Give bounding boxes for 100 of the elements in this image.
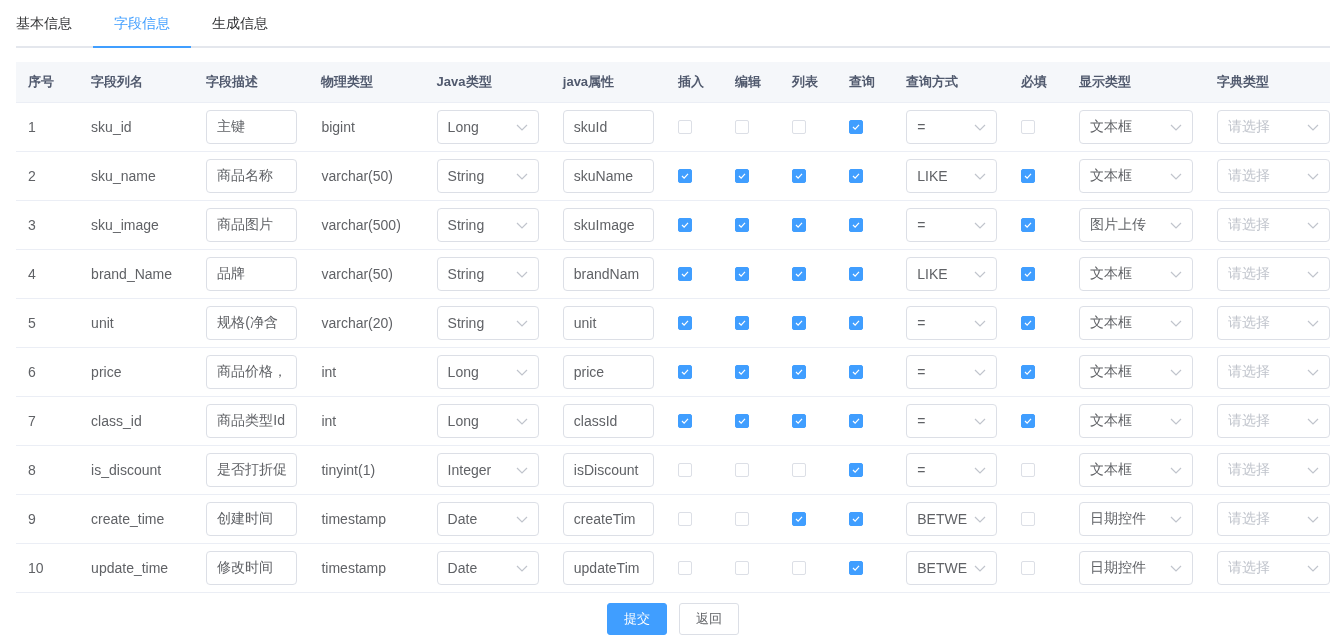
checkbox[interactable] [677, 267, 692, 281]
checkbox[interactable] [792, 512, 807, 526]
select-dropdown[interactable]: 文本框 [1078, 257, 1193, 291]
checkbox[interactable] [792, 414, 807, 428]
select-dropdown[interactable]: = [906, 110, 998, 144]
table-cell: unit [91, 315, 114, 331]
table-cell: 9 [28, 511, 36, 527]
table-cell: varchar(50) [321, 168, 394, 184]
checkbox[interactable] [677, 218, 692, 232]
select-dropdown[interactable]: Long [436, 404, 539, 438]
checkbox[interactable] [849, 414, 864, 428]
select-dropdown[interactable]: Integer [436, 453, 539, 487]
checkbox[interactable] [849, 561, 864, 575]
checkbox[interactable] [677, 316, 692, 330]
text-input[interactable]: skuImage [562, 208, 654, 242]
text-input[interactable]: skuName [562, 159, 654, 193]
chevron-down-icon [974, 515, 987, 523]
select-dropdown[interactable]: 图片上传 [1078, 208, 1193, 242]
checkbox[interactable] [792, 365, 807, 379]
tab[interactable]: 基本信息 [16, 0, 93, 48]
checkbox[interactable] [849, 512, 864, 526]
table-cell: sku_name [91, 168, 156, 184]
text-input[interactable]: unit [562, 306, 654, 340]
select-dropdown[interactable]: = [906, 404, 998, 438]
checkbox[interactable] [849, 267, 864, 281]
text-input[interactable]: brandNam [562, 257, 654, 291]
checkbox[interactable] [735, 267, 750, 281]
text-input[interactable]: price [562, 355, 654, 389]
select-dropdown[interactable]: Long [436, 355, 539, 389]
tab[interactable]: 生成信息 [191, 0, 289, 48]
text-input[interactable]: 商品类型Id [206, 404, 298, 438]
checkbox[interactable] [849, 120, 864, 134]
select-dropdown[interactable]: 文本框 [1078, 110, 1193, 144]
table-cell: sku_id [91, 119, 132, 135]
text-input[interactable]: 创建时间 [206, 502, 298, 536]
select-dropdown[interactable]: Long [436, 110, 539, 144]
text-input[interactable]: 是否打折促 [206, 453, 298, 487]
checkbox[interactable] [792, 218, 807, 232]
select-dropdown[interactable]: 文本框 [1078, 159, 1193, 193]
checkbox[interactable] [735, 218, 750, 232]
text-input[interactable]: isDiscount [562, 453, 654, 487]
checkbox[interactable] [735, 316, 750, 330]
checkbox[interactable] [849, 218, 864, 232]
chevron-down-icon [1306, 319, 1319, 327]
select-dropdown[interactable]: BETWE [906, 551, 998, 585]
checkbox[interactable] [1021, 414, 1036, 428]
select-dropdown[interactable]: 文本框 [1078, 306, 1193, 340]
select-dropdown[interactable]: String [436, 159, 539, 193]
select-dropdown[interactable]: 文本框 [1078, 355, 1193, 389]
chevron-down-icon [1306, 515, 1319, 523]
text-input[interactable]: 品牌 [206, 257, 298, 291]
text-input[interactable]: updateTim [562, 551, 654, 585]
checkbox[interactable] [735, 414, 750, 428]
text-input[interactable]: 商品价格， [206, 355, 298, 389]
text-input[interactable]: 商品图片 [206, 208, 298, 242]
table-cell: brand_Name [91, 266, 173, 282]
chevron-down-icon [1306, 564, 1319, 572]
select-dropdown[interactable]: = [906, 453, 998, 487]
text-input[interactable]: 修改时间 [206, 551, 298, 585]
checkbox[interactable] [677, 414, 692, 428]
select-dropdown[interactable]: 日期控件 [1078, 551, 1193, 585]
select-dropdown[interactable]: = [906, 208, 998, 242]
checkbox[interactable] [849, 316, 864, 330]
checkbox[interactable] [849, 365, 864, 379]
checkbox[interactable] [1021, 267, 1036, 281]
select-dropdown[interactable]: String [436, 306, 539, 340]
select-dropdown[interactable]: = [906, 306, 998, 340]
back-button[interactable]: 返回 [679, 603, 739, 635]
table-cell: timestamp [321, 511, 386, 527]
checkbox[interactable] [735, 365, 750, 379]
checkbox[interactable] [1021, 169, 1036, 183]
text-input[interactable]: 主键 [206, 110, 298, 144]
select-dropdown[interactable]: 日期控件 [1078, 502, 1193, 536]
select-dropdown[interactable]: = [906, 355, 998, 389]
text-input[interactable]: skuId [562, 110, 654, 144]
checkbox[interactable] [792, 316, 807, 330]
select-dropdown[interactable]: Date [436, 502, 539, 536]
checkbox[interactable] [677, 169, 692, 183]
checkbox[interactable] [1021, 218, 1036, 232]
select-dropdown[interactable]: Date [436, 551, 539, 585]
checkbox[interactable] [849, 169, 864, 183]
checkbox[interactable] [677, 365, 692, 379]
checkbox[interactable] [1021, 365, 1036, 379]
select-dropdown[interactable]: String [436, 208, 539, 242]
chevron-down-icon [1306, 417, 1319, 425]
checkbox[interactable] [849, 463, 864, 477]
checkbox[interactable] [792, 169, 807, 183]
text-input[interactable]: classId [562, 404, 654, 438]
checkbox[interactable] [1021, 316, 1036, 330]
text-input[interactable]: 规格(净含 [206, 306, 298, 340]
select-dropdown[interactable]: LIKE [906, 159, 998, 193]
select-dropdown[interactable]: String [436, 257, 539, 291]
select-dropdown[interactable]: BETWE [906, 502, 998, 536]
select-dropdown[interactable]: 文本框 [1078, 404, 1193, 438]
text-input[interactable]: createTim [562, 502, 654, 536]
text-input[interactable]: 商品名称 [206, 159, 298, 193]
checkbox[interactable] [792, 267, 807, 281]
select-dropdown[interactable]: 文本框 [1078, 453, 1193, 487]
checkbox[interactable] [735, 169, 750, 183]
select-dropdown[interactable]: LIKE [906, 257, 998, 291]
